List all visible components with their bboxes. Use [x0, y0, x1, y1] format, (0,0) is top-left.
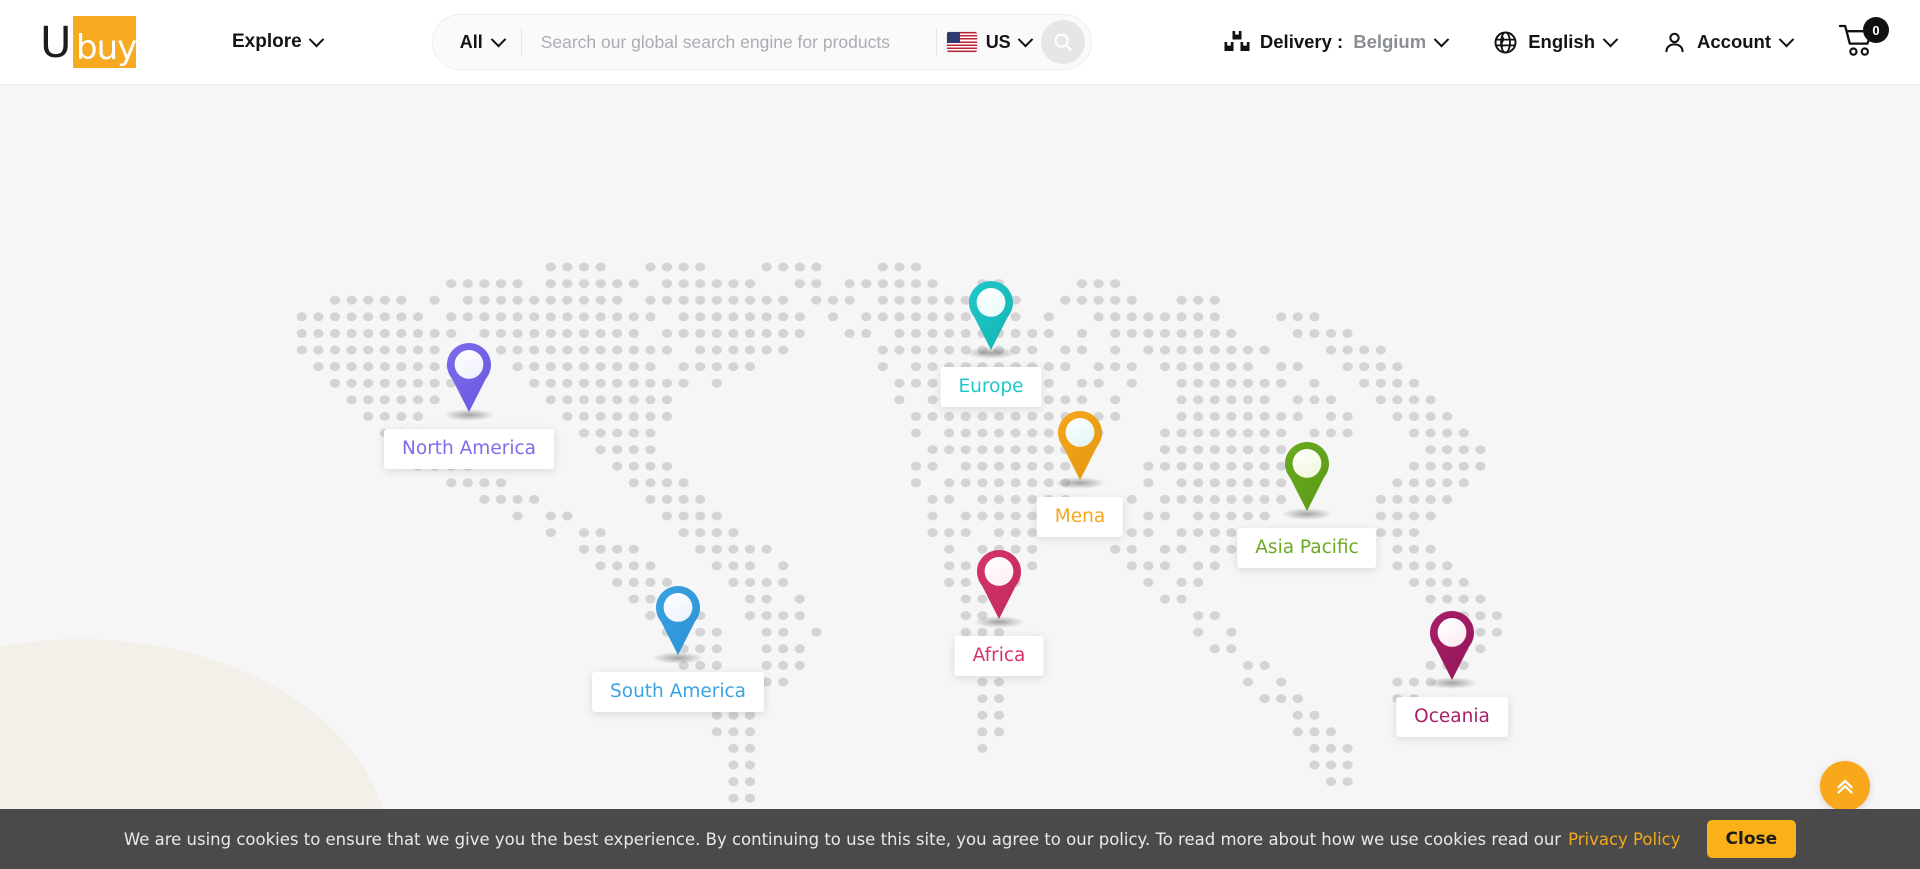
scroll-to-top-button[interactable]	[1820, 761, 1870, 811]
boxes-icon	[1224, 31, 1250, 51]
language-label: English	[1528, 31, 1595, 52]
chevron-down-icon	[1602, 31, 1619, 47]
map-stage: North America Europe Mena Asia Pacific South…	[0, 85, 1920, 869]
search-country-select[interactable]: US	[937, 31, 1039, 53]
logo-letter-u: U	[40, 18, 72, 68]
globe-icon	[1494, 31, 1517, 53]
map-pin-icon	[977, 550, 1021, 619]
delivery-label: Delivery :	[1259, 31, 1344, 52]
map-pin-icon	[1285, 442, 1329, 511]
chevron-down-icon	[1433, 31, 1450, 47]
search-category-label: All	[459, 31, 483, 52]
cookie-close-button[interactable]: Close	[1706, 820, 1797, 858]
user-icon	[1665, 32, 1684, 52]
explore-menu[interactable]: Explore	[232, 31, 324, 53]
search-bar: All US	[431, 14, 1092, 70]
account-label: Account	[1697, 31, 1771, 52]
search-button[interactable]	[1040, 20, 1085, 64]
explore-label: Explore	[232, 31, 302, 52]
pin-label[interactable]: Oceania	[1396, 697, 1508, 737]
map-pin-icon	[1058, 411, 1102, 480]
cookie-consent-bar: We are using cookies to ensure that we g…	[0, 809, 1920, 869]
language-selector[interactable]: English	[1493, 30, 1619, 55]
search-icon	[1054, 33, 1072, 51]
delivery-selector[interactable]: Delivery : Belgium	[1224, 30, 1450, 54]
map-pin-icon	[969, 281, 1013, 350]
ubuy-logo[interactable]: U buy	[40, 16, 137, 68]
map-pin-icon	[447, 343, 491, 412]
dot-map-svg	[296, 262, 1503, 803]
logo-word-buy: buy	[76, 28, 137, 68]
pin-label[interactable]: Asia Pacific	[1237, 528, 1377, 568]
world-dot-map	[0, 85, 1920, 825]
chevron-down-icon	[1778, 31, 1795, 47]
pin-label[interactable]: Europe	[940, 367, 1042, 407]
us-flag-icon	[946, 32, 977, 52]
header-right-group: Delivery : Belgium English Account 0	[1224, 17, 1894, 62]
cart-button[interactable]: 0	[1838, 17, 1889, 62]
map-pin-icon	[1430, 611, 1474, 680]
pin-label[interactable]: Africa	[954, 636, 1044, 676]
map-pin-icon	[656, 586, 700, 655]
chevron-down-icon	[1017, 31, 1033, 47]
cookie-message: We are using cookies to ensure that we g…	[123, 829, 1562, 849]
pin-label[interactable]: Mena	[1036, 497, 1124, 537]
delivery-country: Belgium	[1353, 31, 1427, 52]
pin-label[interactable]: South America	[592, 672, 764, 712]
country-code-label: US	[985, 31, 1011, 52]
search-input[interactable]	[521, 15, 936, 69]
account-menu[interactable]: Account	[1662, 30, 1795, 55]
search-category-select[interactable]: All	[433, 15, 521, 69]
chevron-down-icon	[490, 31, 506, 47]
cart-count-badge: 0	[1863, 17, 1889, 43]
double-chevron-up-icon	[1837, 779, 1853, 794]
chevron-down-icon	[308, 31, 324, 47]
pin-label[interactable]: North America	[384, 429, 554, 469]
privacy-policy-link[interactable]: Privacy Policy	[1568, 830, 1680, 849]
site-header: U buy Explore All US	[0, 0, 1920, 85]
